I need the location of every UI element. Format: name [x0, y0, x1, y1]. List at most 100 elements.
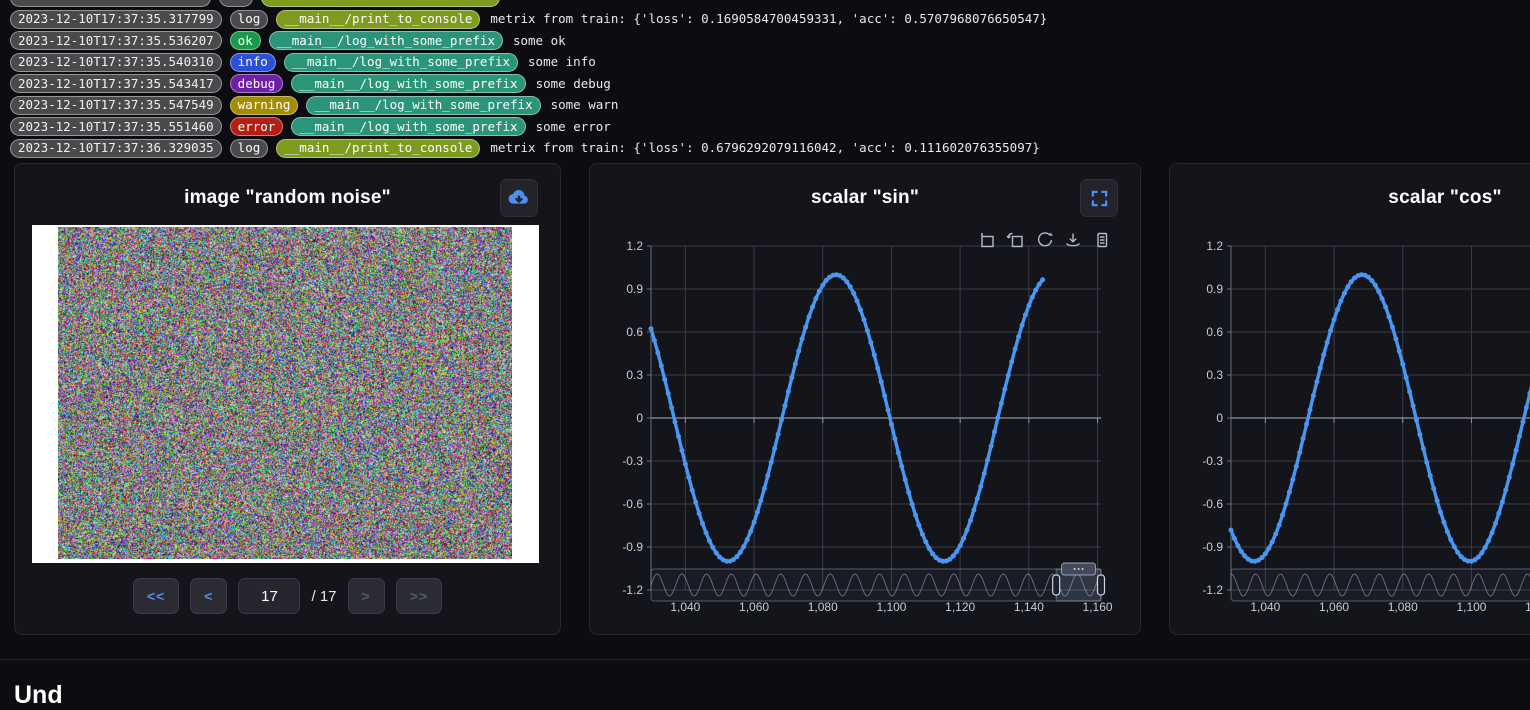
zoom-select-icon [976, 230, 996, 250]
log-level-badge: warning [230, 96, 299, 115]
svg-text:0.9: 0.9 [626, 282, 643, 296]
svg-text:0: 0 [1216, 411, 1223, 425]
log-message: some debug [536, 78, 611, 91]
logger-name-badge: __main__/log_with_some_prefix [291, 74, 525, 93]
noise-image [58, 227, 512, 559]
svg-text:-0.3: -0.3 [622, 454, 643, 468]
timestamp-badge: 2023-12-10T17:37:35.547549 [10, 96, 222, 115]
timestamp-badge: 2023-12-10T17:37:35.551460 [10, 117, 222, 136]
logger-name-badge: __main__/print_to_console [276, 10, 480, 29]
log-level-badge: error [230, 117, 284, 136]
toolbar-restore-button[interactable] [1034, 230, 1054, 250]
image-panel-title: image "random noise" [15, 164, 560, 209]
log-level-badge: info [230, 53, 276, 72]
log-level-badge [219, 0, 253, 7]
svg-text:1,160: 1,160 [1083, 600, 1113, 614]
log-row: 2023-12-10T17:37:35.317799 log __main__/pr… [10, 9, 1530, 31]
log-row: 2023-12-10T17:37:35.543417 debug __main__/… [10, 73, 1530, 95]
cos-line-chart[interactable]: 1.2 0.9 0.6 0.3 0 -0.3 -0.6 -0.9 -1.2 1,040 1,060 1… [1170, 164, 1530, 636]
timestamp-badge: 2023-12-10T17:37:35.536207 [10, 31, 222, 50]
svg-text:0: 0 [636, 411, 643, 425]
logger-name-badge: __main__/log_with_some_prefix [291, 117, 525, 136]
last-page-button[interactable]: >> [396, 578, 442, 614]
log-row: 2023-12-10T17:37:35.551460 error __main__/… [10, 116, 1530, 138]
next-page-button[interactable]: > [348, 578, 385, 614]
toolbar-zoom-reset-button[interactable] [1005, 230, 1025, 250]
timestamp-badge [10, 0, 211, 7]
log-level-badge: debug [230, 74, 284, 93]
svg-text:1,100: 1,100 [1456, 600, 1486, 614]
svg-text:0.3: 0.3 [1206, 368, 1223, 382]
log-message: some ok [513, 35, 566, 48]
log-row: 2023-12-10T17:37:35.547549 warning __main_… [10, 95, 1530, 117]
data-view-document-icon [1092, 230, 1112, 250]
svg-text:-1.2: -1.2 [622, 583, 643, 597]
svg-text:1.2: 1.2 [626, 239, 643, 253]
svg-text:0.9: 0.9 [1206, 282, 1223, 296]
log-message: metrix from train: {'loss': 0.6796292079… [490, 142, 1039, 155]
logger-name-badge: __main__/log_with_some_prefix [284, 53, 518, 72]
svg-text:0.6: 0.6 [626, 325, 643, 339]
logger-name-badge: __main__/log_with_some_prefix [269, 31, 503, 50]
logger-name-badge [261, 0, 500, 7]
toolbar-download-button[interactable] [1063, 230, 1083, 250]
clipped-bottom-heading: Und [14, 681, 63, 710]
log-level-badge: log [230, 10, 269, 29]
svg-text:-0.9: -0.9 [1202, 540, 1223, 554]
svg-text:1,080: 1,080 [1388, 600, 1418, 614]
timestamp-badge: 2023-12-10T17:37:35.317799 [10, 10, 222, 29]
timestamp-badge: 2023-12-10T17:37:36.329035 [10, 139, 222, 158]
svg-text:1,060: 1,060 [739, 600, 769, 614]
log-level-badge: ok [230, 31, 261, 50]
log-level-badge: log [230, 139, 269, 158]
zoom-reset-icon [1005, 230, 1025, 250]
panels-row: image "random noise" << < / 17 > >> scal… [14, 163, 1530, 635]
page-number-input[interactable] [238, 578, 300, 614]
svg-text:0.3: 0.3 [626, 368, 643, 382]
image-panel: image "random noise" << < / 17 > >> [14, 163, 561, 635]
restore-refresh-icon [1034, 230, 1054, 250]
section-divider [0, 659, 1530, 660]
svg-text:-0.6: -0.6 [1202, 497, 1223, 511]
log-message: some error [536, 121, 611, 134]
first-page-button[interactable]: << [133, 578, 179, 614]
logger-name-badge: __main__/log_with_some_prefix [306, 96, 540, 115]
svg-text:1.2: 1.2 [1206, 239, 1223, 253]
toolbar-data-view-button[interactable] [1092, 230, 1112, 250]
log-message: metrix from train: {'loss': 0.1690584700… [490, 13, 1047, 26]
svg-text:1,040: 1,040 [670, 600, 700, 614]
toolbar-zoom-select-button[interactable] [976, 230, 996, 250]
svg-text:1,140: 1,140 [1014, 600, 1044, 614]
timestamp-badge: 2023-12-10T17:37:35.543417 [10, 74, 222, 93]
svg-text:1,120: 1,120 [945, 600, 975, 614]
cloud-download-icon [506, 185, 532, 211]
svg-text:-1.2: -1.2 [1202, 583, 1223, 597]
svg-text:-0.6: -0.6 [622, 497, 643, 511]
svg-text:1,120: 1,120 [1525, 600, 1530, 614]
image-pagination: << < / 17 > >> [15, 578, 560, 614]
log-row: 2023-12-10T17:37:36.329035 log __main__/pr… [10, 138, 1530, 160]
log-console: 2023-12-10T17:37:35.317799 log __main__/pr… [10, 0, 1530, 159]
image-frame [32, 225, 539, 563]
log-row [10, 0, 1530, 9]
log-row: 2023-12-10T17:37:35.536207 ok __main__/log… [10, 30, 1530, 52]
svg-text:-0.3: -0.3 [1202, 454, 1223, 468]
svg-text:0.6: 0.6 [1206, 325, 1223, 339]
page-total-label: / 17 [311, 588, 336, 605]
chart-toolbar [976, 230, 1112, 250]
prev-page-button[interactable]: < [190, 578, 227, 614]
logger-name-badge: __main__/print_to_console [276, 139, 480, 158]
log-row: 2023-12-10T17:37:35.540310 info __main__/l… [10, 52, 1530, 74]
svg-text:1,080: 1,080 [808, 600, 838, 614]
svg-text:1,060: 1,060 [1319, 600, 1349, 614]
timestamp-badge: 2023-12-10T17:37:35.540310 [10, 53, 222, 72]
log-message: some warn [551, 99, 619, 112]
svg-text:1,040: 1,040 [1250, 600, 1280, 614]
download-image-button[interactable] [500, 179, 538, 217]
chart-panel-sin: scalar "sin" 1.20.90.60.30-0.3-0.6-0.9-1… [589, 163, 1141, 635]
svg-text:-0.9: -0.9 [622, 540, 643, 554]
chart-panel-cos: scalar "cos" 1.20.90.60.30-0.3-0.6-0.9-1… [1169, 163, 1530, 635]
save-image-download-icon [1063, 230, 1083, 250]
log-message: some info [528, 56, 596, 69]
svg-text:1,100: 1,100 [876, 600, 906, 614]
